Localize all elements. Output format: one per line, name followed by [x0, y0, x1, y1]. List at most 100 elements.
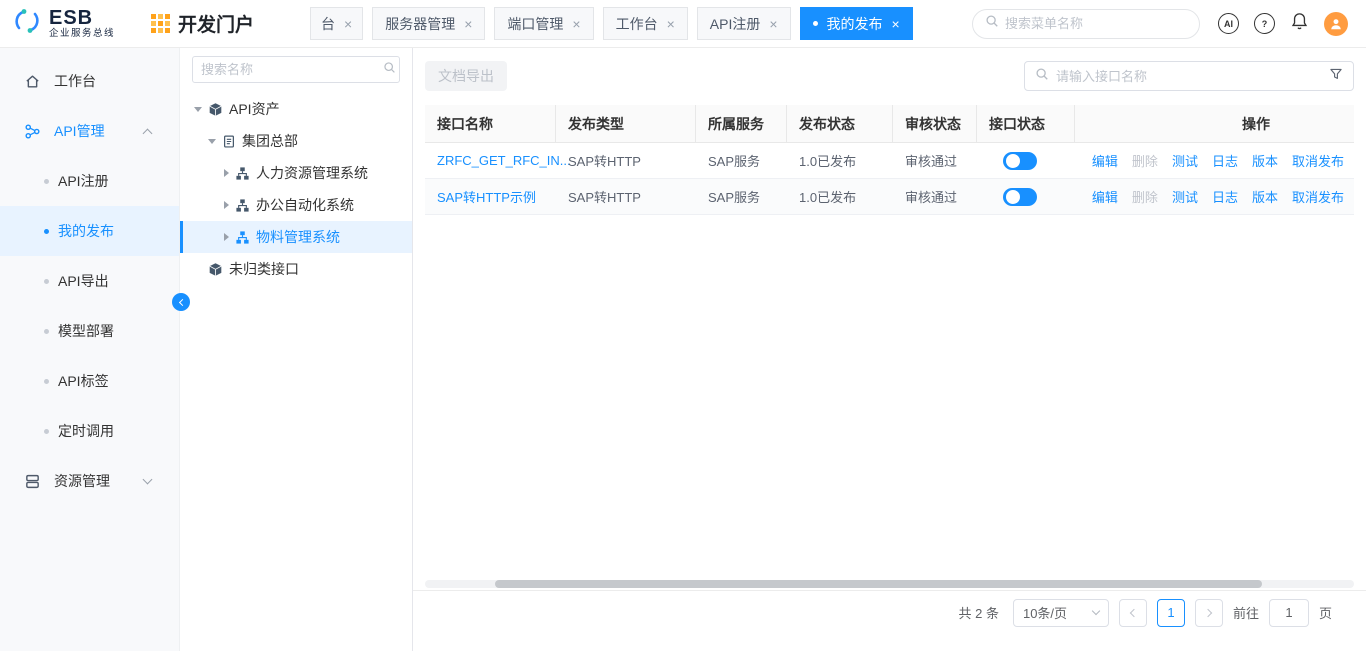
close-icon[interactable]: × — [572, 16, 580, 32]
tab-truncated[interactable]: 台 × — [310, 7, 363, 40]
topbar: ESB 企业服务总线 开发门户 台 × 服务器管理 × 端口管理 × 工作台 ×… — [0, 0, 1366, 48]
log-action[interactable]: 日志 — [1212, 151, 1238, 170]
page-size-select[interactable]: 10条/页 — [1013, 599, 1109, 627]
version-action[interactable]: 版本 — [1252, 187, 1278, 206]
bullet-dot — [44, 429, 49, 434]
test-action[interactable]: 测试 — [1172, 151, 1198, 170]
sidebar-item-label: 定时调用 — [58, 421, 114, 441]
delete-action[interactable]: 删除 — [1132, 187, 1158, 206]
tree-item-label: 集团总部 — [242, 131, 298, 151]
interface-name-link[interactable]: ZRFC_GET_RFC_IN... — [437, 153, 571, 168]
tree-search-box[interactable] — [192, 56, 400, 83]
home-icon — [24, 73, 42, 90]
tree-item-group-hq[interactable]: 集团总部 — [180, 125, 412, 157]
version-action[interactable]: 版本 — [1252, 151, 1278, 170]
unpublish-action[interactable]: 取消发布 — [1292, 187, 1344, 206]
tab-label: 工作台 — [616, 14, 658, 34]
caret-down-icon[interactable] — [208, 139, 216, 144]
ai-assistant-icon[interactable]: AI — [1218, 13, 1239, 34]
tab-label: 台 — [321, 14, 335, 34]
publish-type-cell: SAP转HTTP — [556, 143, 696, 178]
unpublish-action[interactable]: 取消发布 — [1292, 151, 1344, 170]
help-icon[interactable]: ? — [1254, 13, 1275, 34]
audit-status-cell: 审核通过 — [893, 179, 977, 214]
close-icon[interactable]: × — [892, 16, 900, 32]
tree-item-material-system[interactable]: 物料管理系统 — [180, 221, 412, 253]
status-toggle[interactable] — [1003, 188, 1037, 206]
sidebar-item-api-tags[interactable]: API标签 — [0, 356, 179, 406]
delete-action[interactable]: 删除 — [1132, 151, 1158, 170]
sidebar-item-scheduled-call[interactable]: 定时调用 — [0, 406, 179, 456]
active-dot-icon — [813, 21, 818, 26]
sidebar-item-model-deploy[interactable]: 模型部署 — [0, 306, 179, 356]
esb-logo-icon — [12, 7, 42, 40]
document-icon — [222, 134, 236, 149]
tab-workbench[interactable]: 工作台 × — [603, 7, 688, 40]
sidebar-item-label: 资源管理 — [54, 471, 110, 491]
toggle-knob — [1006, 154, 1020, 168]
interface-name-link[interactable]: SAP转HTTP示例 — [437, 187, 536, 206]
edit-action[interactable]: 编辑 — [1092, 151, 1118, 170]
edit-action[interactable]: 编辑 — [1092, 187, 1118, 206]
cube-icon — [208, 262, 223, 277]
sidebar-item-api-management[interactable]: API管理 — [0, 106, 179, 156]
page-number-button[interactable]: 1 — [1157, 599, 1185, 627]
prev-page-button[interactable] — [1119, 599, 1147, 627]
menu-search-box[interactable] — [972, 9, 1200, 39]
notification-bell-icon[interactable] — [1290, 11, 1309, 36]
bullet-dot — [44, 379, 49, 384]
caret-right-icon[interactable] — [224, 169, 229, 177]
row-actions: 编辑 删除 测试 日志 版本 取消发布 — [1075, 143, 1354, 178]
interface-search-input[interactable] — [1056, 69, 1322, 84]
status-toggle[interactable] — [1003, 152, 1037, 170]
col-header-service: 所属服务 — [696, 105, 787, 142]
sidebar-item-label: API管理 — [54, 121, 105, 141]
search-icon — [1035, 67, 1049, 86]
asset-tree-panel: API资产 集团总部 人力资源管理系统 办公自动化系统 物料管理系统 未归类接口 — [180, 48, 413, 651]
menu-search-input[interactable] — [1005, 16, 1187, 31]
tree-item-label: 人力资源管理系统 — [256, 163, 368, 183]
tab-port-management[interactable]: 端口管理 × — [494, 7, 593, 40]
caret-right-icon[interactable] — [224, 233, 229, 241]
tree-item-hr-system[interactable]: 人力资源管理系统 — [180, 157, 412, 189]
tab-my-publish[interactable]: 我的发布 × — [800, 7, 913, 40]
app-logo: ESB 企业服务总线 — [12, 7, 137, 40]
horizontal-scrollbar[interactable] — [425, 580, 1354, 588]
publish-type-cell: SAP转HTTP — [556, 179, 696, 214]
row-actions: 编辑 删除 测试 日志 版本 取消发布 — [1075, 179, 1354, 214]
portal-header: 开发门户 — [151, 10, 254, 37]
close-icon[interactable]: × — [667, 16, 675, 32]
close-icon[interactable]: × — [769, 16, 777, 32]
tree-item-unclassified[interactable]: 未归类接口 — [180, 253, 412, 285]
scrollbar-thumb[interactable] — [495, 580, 1262, 588]
sidebar-item-api-export[interactable]: API导出 — [0, 256, 179, 306]
col-header-interface-name: 接口名称 — [425, 105, 556, 142]
goto-page-input[interactable] — [1269, 599, 1309, 627]
tab-api-register[interactable]: API注册 × — [697, 7, 791, 40]
collapse-panel-button[interactable] — [172, 293, 190, 311]
sidebar-item-resource-management[interactable]: 资源管理 — [0, 456, 179, 506]
chevron-left-icon — [1130, 608, 1138, 616]
tab-server-management[interactable]: 服务器管理 × — [372, 7, 485, 40]
test-action[interactable]: 测试 — [1172, 187, 1198, 206]
caret-right-icon[interactable] — [224, 201, 229, 209]
tree-item-api-assets[interactable]: API资产 — [180, 93, 412, 125]
system-node-icon — [235, 198, 250, 213]
tree-item-oa-system[interactable]: 办公自动化系统 — [180, 189, 412, 221]
sidebar-item-api-register[interactable]: API注册 — [0, 156, 179, 206]
close-icon[interactable]: × — [344, 16, 352, 32]
sidebar-item-my-publish[interactable]: 我的发布 — [0, 206, 179, 256]
col-header-publish-type: 发布类型 — [556, 105, 696, 142]
log-action[interactable]: 日志 — [1212, 187, 1238, 206]
sidebar-item-workbench[interactable]: 工作台 — [0, 56, 179, 106]
filter-funnel-icon[interactable] — [1329, 67, 1343, 86]
goto-label: 前往 — [1233, 603, 1259, 622]
close-icon[interactable]: × — [464, 16, 472, 32]
tree-search-input[interactable] — [201, 62, 377, 77]
caret-down-icon[interactable] — [194, 107, 202, 112]
next-page-button[interactable] — [1195, 599, 1223, 627]
interface-search-box[interactable] — [1024, 61, 1354, 91]
logo-title: ESB — [49, 8, 115, 29]
doc-export-button[interactable]: 文档导出 — [425, 61, 507, 91]
user-avatar[interactable] — [1324, 12, 1348, 36]
